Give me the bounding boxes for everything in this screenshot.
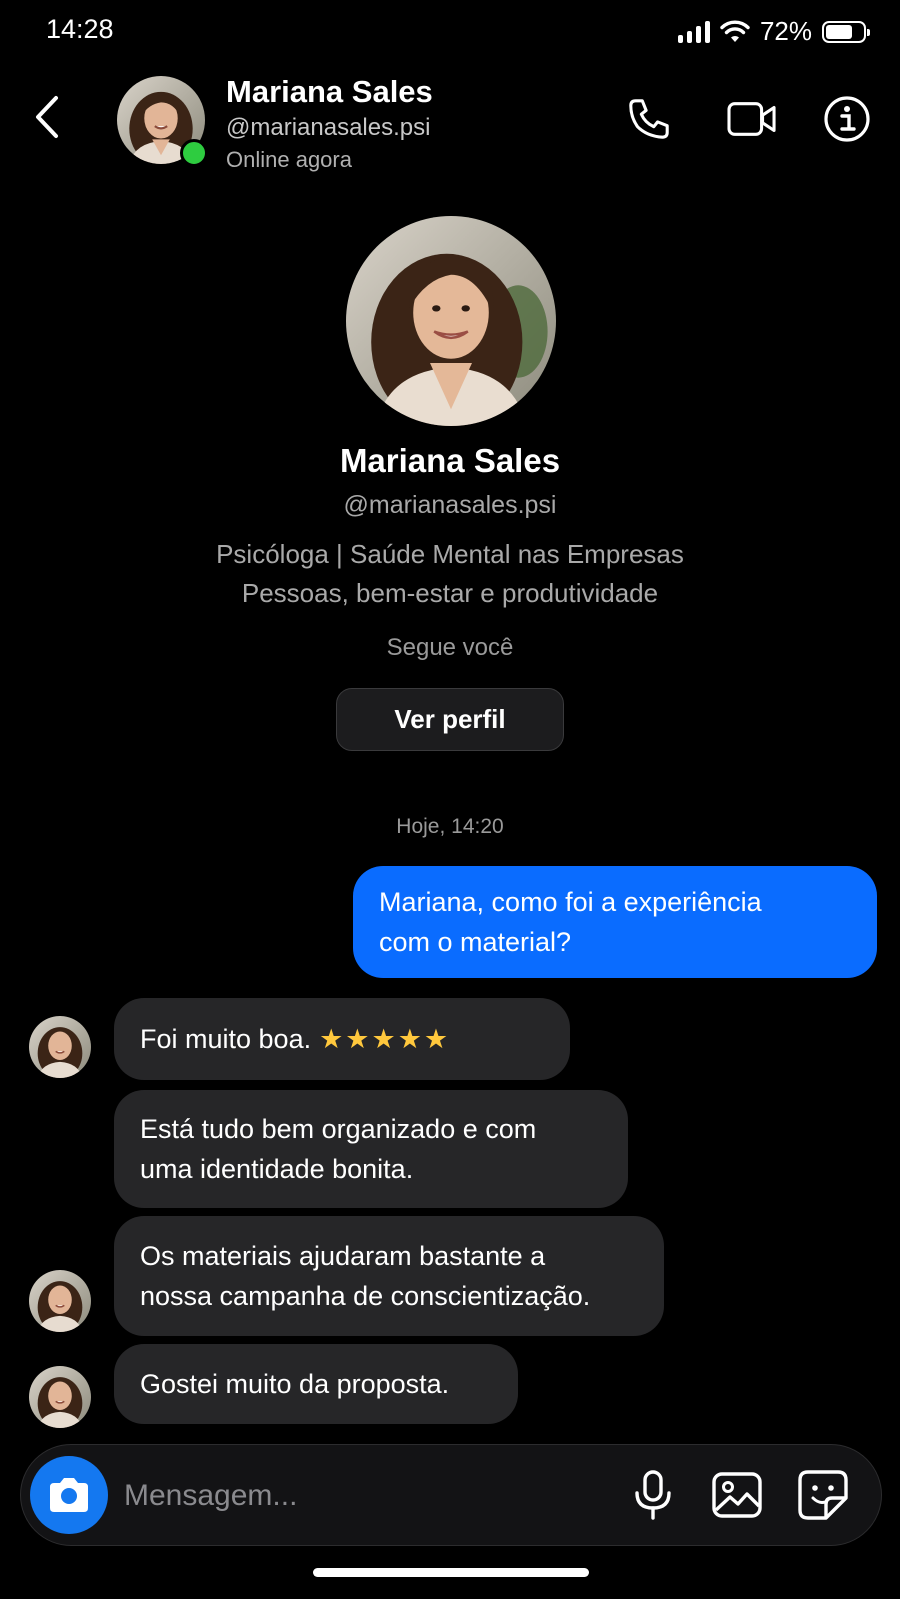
battery-percent: 72% [759, 16, 812, 46]
online-indicator [180, 139, 208, 167]
camera-button[interactable] [30, 1456, 108, 1534]
outgoing-message[interactable]: Mariana, como foi a experiência com o ma… [353, 866, 877, 978]
back-icon[interactable] [26, 92, 66, 142]
follow-status: Segue você [386, 634, 514, 661]
status-time: 14:28 [46, 14, 114, 44]
video-icon[interactable] [725, 96, 779, 142]
message-text: com o material? [379, 927, 572, 957]
incoming-message[interactable]: Os materiais ajudaram bastante a nossa c… [114, 1216, 664, 1336]
signal-icon [677, 20, 710, 43]
incoming-message[interactable]: Gostei muito da proposta. [114, 1344, 518, 1424]
incoming-message[interactable]: Está tudo bem organizado e com uma ident… [114, 1090, 628, 1208]
avatar-portrait [29, 1366, 91, 1428]
status-indicators: 72% [677, 16, 870, 47]
profile-avatar[interactable] [346, 216, 556, 426]
header-handle: @marianasales.psi [226, 114, 431, 141]
info-icon[interactable] [823, 95, 871, 143]
sticker-icon[interactable] [796, 1468, 850, 1522]
profile-bio-line: Pessoas, bem-estar e produtividade [241, 578, 659, 608]
profile-name: Mariana Sales [339, 442, 561, 479]
message-text: Mariana, como foi a experiência [379, 887, 762, 917]
message-text: Foi muito boa. [140, 1024, 312, 1054]
phone-icon[interactable] [626, 96, 672, 142]
battery-icon [822, 20, 870, 43]
wifi-icon [720, 20, 750, 42]
gallery-icon[interactable] [710, 1468, 764, 1522]
profile-bio-line: Psicóloga | Saúde Mental nas Empresas [216, 539, 684, 569]
header-name[interactable]: Mariana Sales [226, 74, 433, 110]
avatar-portrait [29, 1016, 91, 1078]
profile-handle: @marianasales.psi [343, 491, 557, 519]
message-text: Está tudo bem organizado e com [140, 1114, 537, 1144]
date-separator: Hoje, 14:20 [396, 815, 504, 838]
avatar-portrait [29, 1270, 91, 1332]
microphone-icon[interactable] [626, 1468, 680, 1522]
view-profile-button[interactable]: Ver perfil [336, 688, 564, 751]
message-text: Os materiais ajudaram bastante a [140, 1241, 546, 1271]
home-indicator[interactable] [313, 1568, 589, 1577]
message-text: nossa campanha de conscientização. [140, 1281, 591, 1311]
message-text: Gostei muito da proposta. [140, 1369, 450, 1399]
sender-avatar[interactable] [29, 1366, 91, 1428]
rating-stars: ★★★★★ [319, 1024, 451, 1054]
avatar-portrait [346, 216, 556, 426]
message-input[interactable] [122, 1466, 606, 1526]
camera-icon [50, 1478, 88, 1512]
message-text: uma identidade bonita. [140, 1154, 414, 1184]
sender-avatar[interactable] [29, 1016, 91, 1078]
incoming-message[interactable]: Foi muito boa. ★★★★★ [114, 998, 570, 1080]
sender-avatar[interactable] [29, 1270, 91, 1332]
header-status: Online agora [226, 147, 352, 172]
